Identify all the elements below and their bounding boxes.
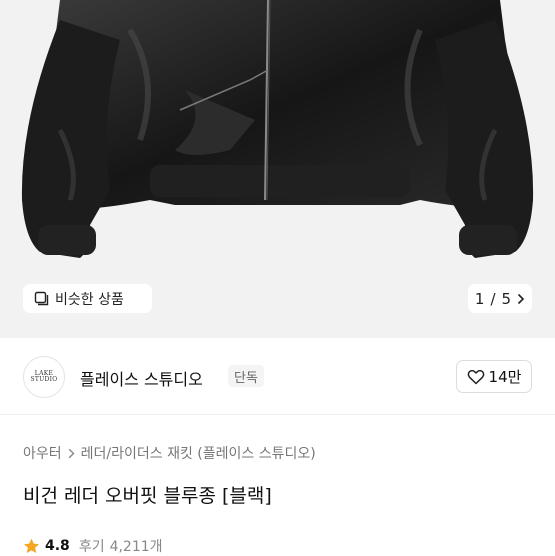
section-divider [0, 414, 555, 415]
similar-products-icon [34, 291, 49, 306]
exclusive-badge: 단독 [228, 365, 264, 387]
similar-products-label: 비슷한 상품 [55, 291, 124, 308]
pager-total: 5 [501, 289, 512, 308]
breadcrumb-item-category[interactable]: 레더/라이더스 재킷 (플레이스 스튜디오) [81, 443, 316, 463]
pager-separator: / [490, 289, 496, 308]
brand-name-link[interactable]: 플레이스 스튜디오 [80, 366, 203, 390]
review-count[interactable]: 4,211개 [110, 536, 163, 556]
breadcrumb: 아우터 레더/라이더스 재킷 (플레이스 스튜디오) [23, 443, 316, 463]
chevron-right-icon[interactable] [517, 293, 525, 305]
product-title: 비건 레더 오버핏 블루종 [블랙] [23, 485, 272, 507]
like-button[interactable]: 14만 [456, 360, 532, 393]
image-pager[interactable]: 1 / 5 [468, 284, 532, 313]
product-image-area[interactable]: 비슷한 상품 1 / 5 [0, 0, 555, 338]
star-icon [24, 538, 39, 553]
heart-outline-icon [467, 369, 484, 384]
rating-value: 4.8 [45, 538, 70, 554]
brand-row: LAKE STUDIO 플레이스 스튜디오 단독 14만 [0, 338, 555, 414]
breadcrumb-item-outer[interactable]: 아우터 [23, 443, 62, 463]
similar-products-button[interactable]: 비슷한 상품 [23, 284, 152, 313]
brand-logo[interactable]: LAKE STUDIO [23, 356, 65, 398]
pager-current: 1 [474, 289, 485, 308]
chevron-right-icon [68, 448, 75, 458]
like-count: 14만 [488, 368, 522, 386]
review-label: 후기 [78, 539, 105, 555]
rating-row[interactable]: 4.8 후기 4,211개 [23, 536, 163, 556]
